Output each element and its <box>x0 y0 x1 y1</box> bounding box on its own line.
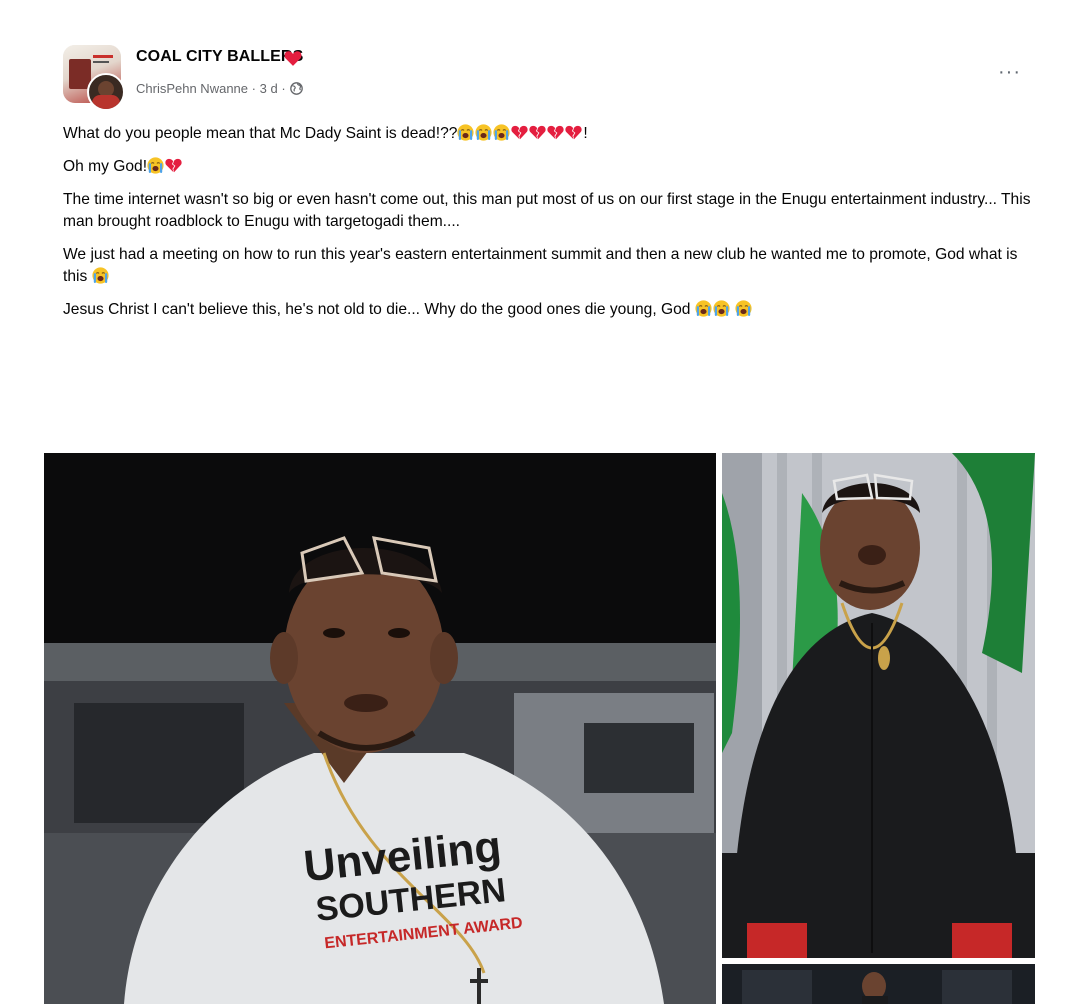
post-meta: ChrisPehn Nwanne · 3 d · <box>136 81 304 96</box>
crying-face-icon <box>475 124 492 141</box>
meta-separator: · <box>251 81 256 96</box>
crying-face-icon <box>147 157 164 174</box>
post-paragraph: Oh my God! <box>63 156 1033 178</box>
broken-heart-icon <box>511 124 528 141</box>
heart-icon <box>284 51 302 66</box>
crying-face-icon <box>457 124 474 141</box>
photo-side-top[interactable] <box>722 453 1035 958</box>
group-name-link[interactable]: COAL CITY BALLERS <box>136 48 303 66</box>
globe-icon <box>290 82 304 95</box>
stage-photo <box>722 964 1035 1004</box>
photo-side-bottom[interactable] <box>722 964 1035 1004</box>
crying-face-icon <box>92 267 109 284</box>
post-text: What do you people mean that Mc Dady Sai… <box>63 123 1033 332</box>
timestamp-link[interactable]: 3 d <box>260 81 278 96</box>
post-paragraph: What do you people mean that Mc Dady Sai… <box>63 124 588 142</box>
more-options-button[interactable]: ··· <box>998 62 1021 82</box>
post-paragraph: We just had a meeting on how to run this… <box>63 246 1018 285</box>
crying-face-icon <box>695 300 712 317</box>
meta-separator: · <box>281 81 286 96</box>
post-paragraph: Jesus Christ I can't believe this, he's … <box>63 299 1033 321</box>
broken-heart-icon <box>547 124 564 141</box>
crying-face-icon <box>735 300 752 317</box>
photo-grid: Unveiling SOUTHERN ENTERTAINMENT AWARD <box>44 453 1035 1004</box>
post-paragraph: The time internet wasn't so big or even … <box>63 191 1031 230</box>
author-name-link[interactable]: ChrisPehn Nwanne <box>136 81 248 96</box>
crying-face-icon <box>493 124 510 141</box>
post-header: COAL CITY BALLERS ChrisPehn Nwanne · 3 d… <box>63 45 1033 111</box>
photo-main[interactable]: Unveiling SOUTHERN ENTERTAINMENT AWARD <box>44 453 716 1004</box>
man-black-shirt-photo <box>722 453 1035 958</box>
broken-heart-icon <box>529 124 546 141</box>
author-avatar[interactable] <box>87 73 125 111</box>
crying-face-icon <box>713 300 730 317</box>
man-white-shirt-photo: Unveiling SOUTHERN ENTERTAINMENT AWARD <box>44 453 716 1004</box>
broken-heart-icon <box>165 157 182 174</box>
facebook-post: COAL CITY BALLERS ChrisPehn Nwanne · 3 d… <box>0 0 1079 1004</box>
broken-heart-icon <box>565 124 582 141</box>
